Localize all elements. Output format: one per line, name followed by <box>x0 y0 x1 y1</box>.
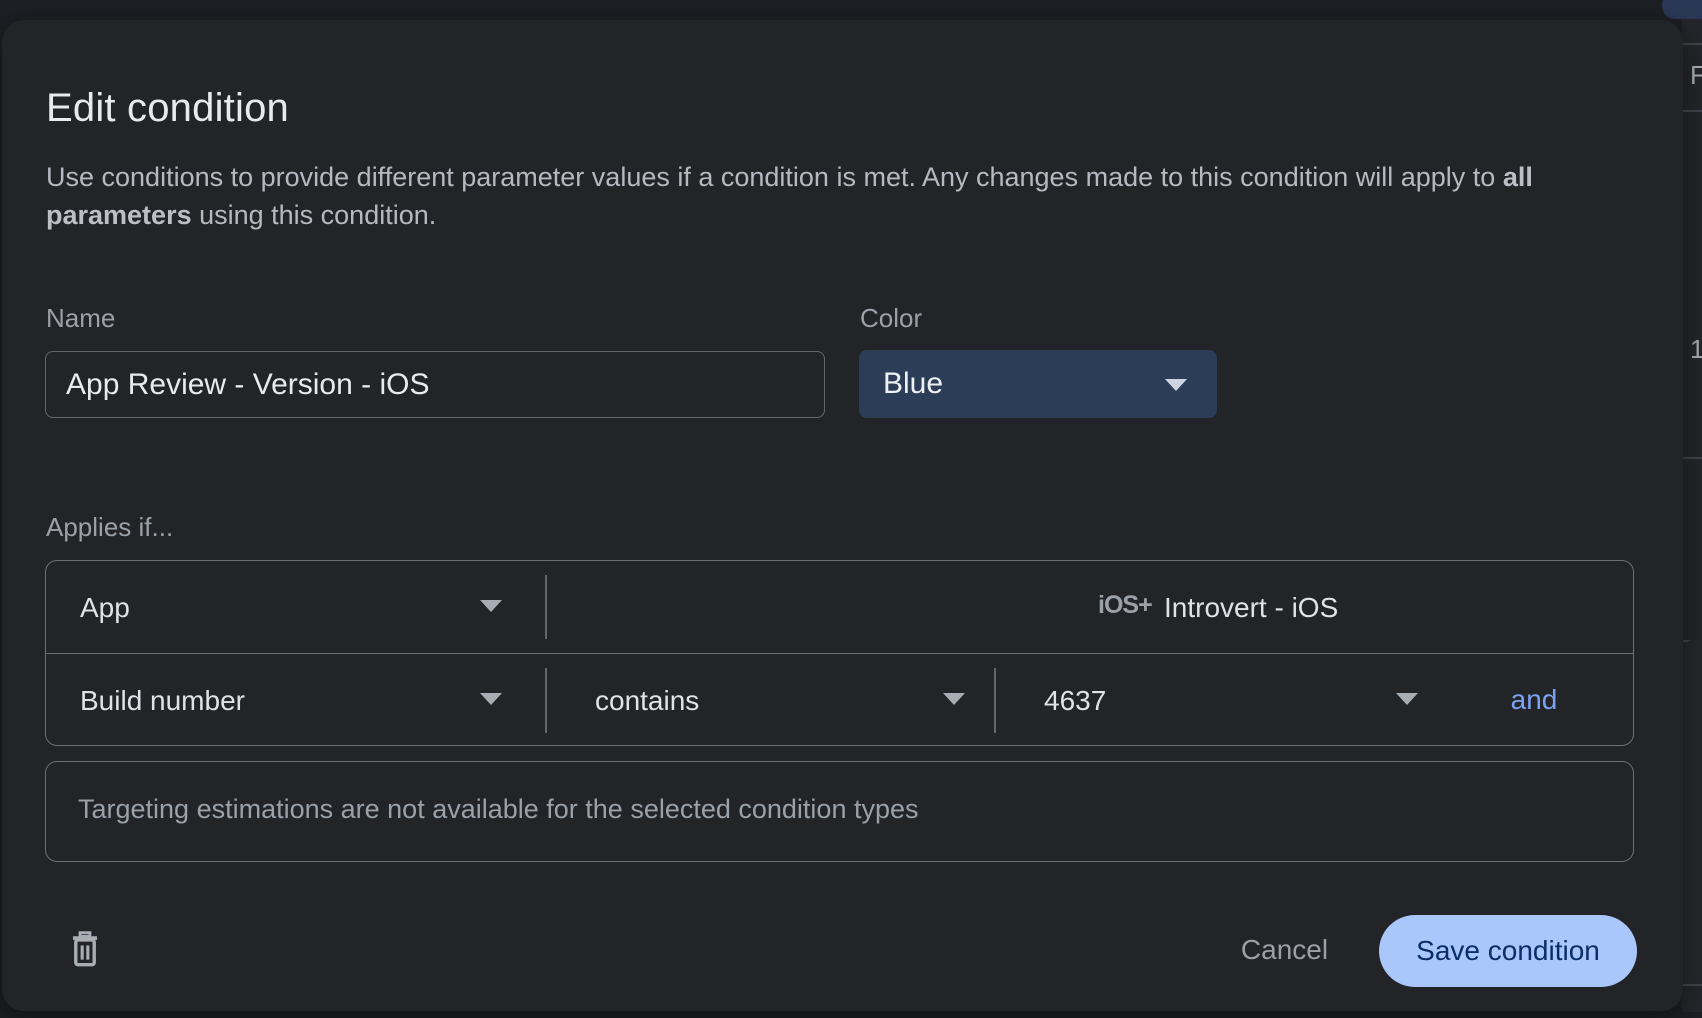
cancel-button[interactable]: Cancel <box>1207 921 1362 979</box>
background-divider <box>1682 110 1702 112</box>
description-part2: using this condition. <box>192 200 437 230</box>
trash-icon <box>68 929 102 969</box>
save-condition-button[interactable]: Save condition <box>1379 915 1637 987</box>
dialog-description: Use conditions to provide different para… <box>46 158 1566 234</box>
background-card-edge <box>1684 640 1702 984</box>
targeting-estimation-message: Targeting estimations are not available … <box>78 794 919 825</box>
background-divider <box>1682 457 1702 459</box>
background-row-fragment: 1 <box>1690 336 1702 362</box>
color-select[interactable]: Blue <box>859 350 1217 418</box>
condition-row-app: App iOS+ Introvert - iOS <box>46 561 1633 654</box>
background-divider <box>1682 984 1702 986</box>
value-select[interactable]: 4637 <box>996 654 1428 747</box>
condition-type-select[interactable]: App <box>46 561 545 653</box>
condition-type-select[interactable]: Build number <box>46 654 545 747</box>
chevron-down-icon <box>1165 379 1187 391</box>
background-column-header-fragment: F <box>1690 62 1702 88</box>
ios-platform-icon: iOS+ <box>1098 591 1152 620</box>
background-divider <box>1682 43 1702 45</box>
chevron-down-icon <box>480 693 502 705</box>
operator-select[interactable]: contains <box>547 654 994 747</box>
app-select-value: Introvert - iOS <box>1164 592 1338 624</box>
delete-condition-button[interactable] <box>60 922 110 978</box>
connector-and-link[interactable]: and <box>1484 684 1584 716</box>
operator-value: contains <box>595 685 699 717</box>
name-label: Name <box>46 303 115 334</box>
color-label: Color <box>860 303 922 334</box>
screen: F 1 1 Edit condition Use conditions to p… <box>0 0 1702 1018</box>
condition-name-input[interactable] <box>45 351 825 418</box>
color-select-value: Blue <box>883 367 943 401</box>
condition-row-build-number: Build number contains 4637 and <box>46 654 1633 747</box>
applies-if-label: Applies if... <box>46 512 173 543</box>
app-select[interactable]: iOS+ Introvert - iOS <box>547 561 1633 653</box>
condition-type-value: App <box>80 592 130 624</box>
chevron-down-icon <box>480 600 502 612</box>
dialog-title: Edit condition <box>46 86 289 131</box>
chevron-down-icon <box>943 693 965 705</box>
chevron-down-icon <box>1396 693 1418 705</box>
background-button-fragment <box>1662 0 1702 19</box>
description-part1: Use conditions to provide different para… <box>46 162 1503 192</box>
edit-condition-dialog: Edit condition Use conditions to provide… <box>2 20 1683 1011</box>
targeting-estimation-box: Targeting estimations are not available … <box>45 761 1634 862</box>
condition-value: 4637 <box>1044 685 1106 717</box>
condition-type-value: Build number <box>80 685 245 717</box>
conditions-group: App iOS+ Introvert - iOS Build number <box>45 560 1634 746</box>
